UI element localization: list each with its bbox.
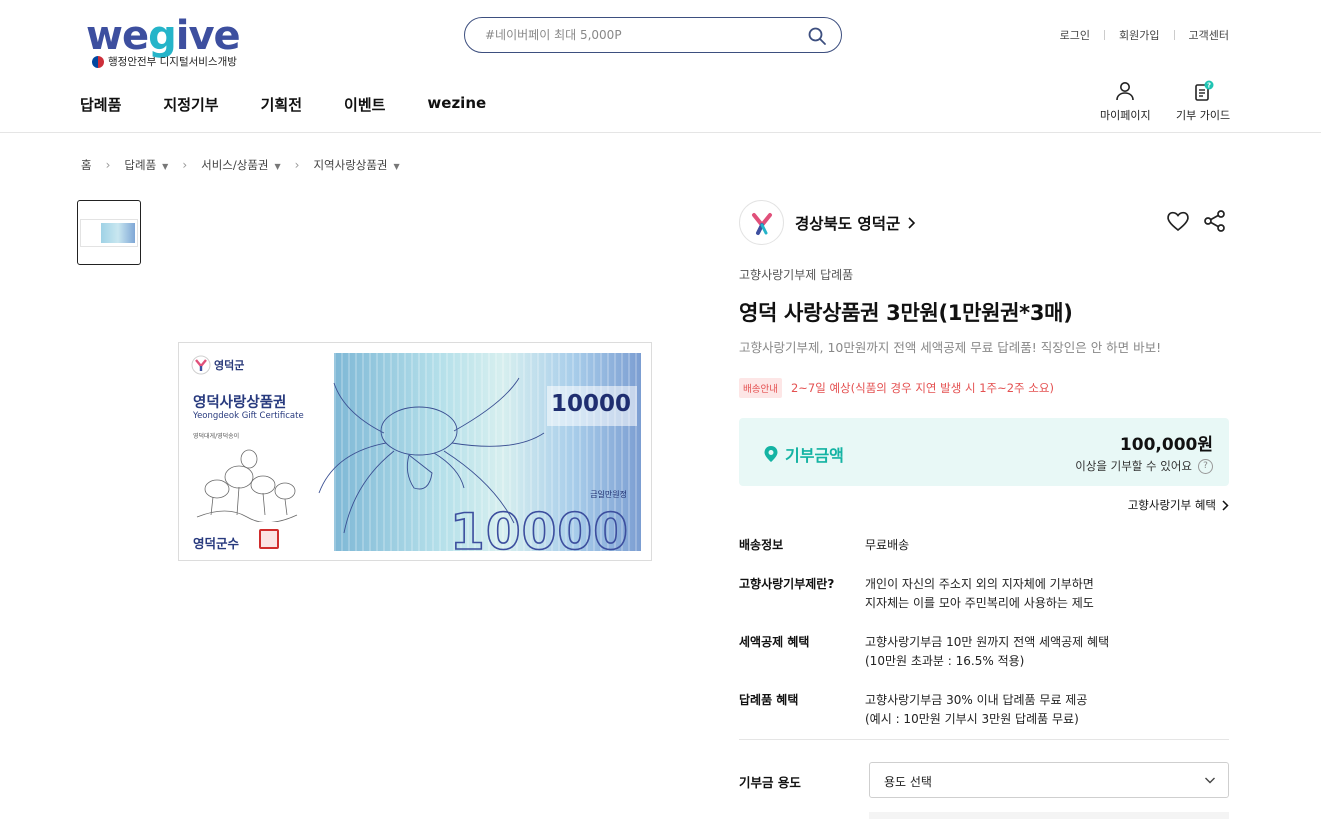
nav-item-designated-donation[interactable]: 지정기부 <box>163 94 218 115</box>
utility-links: 로그인 회원가입 고객센터 <box>1060 27 1229 43</box>
usage-label: 기부금 용도 <box>739 775 801 790</box>
info-row-hometown-donation: 고향사랑기부제란? 개인이 자신의 주소지 외의 지자체에 기부하면 지자체는 이… <box>739 575 1229 613</box>
product-info-list: 배송정보 무료배송 고향사랑기부제란? 개인이 자신의 주소지 외의 지자체에 … <box>739 536 1229 749</box>
yeongdeok-logo-icon <box>191 355 211 375</box>
voucher-subtitle: Yeongdeok Gift Certificate <box>193 411 304 421</box>
caret-down-icon: ▼ <box>162 162 169 171</box>
info-label: 답례품 혜택 <box>739 693 799 707</box>
signup-link[interactable]: 회원가입 <box>1119 27 1159 43</box>
thumbnail-image <box>80 218 138 247</box>
shipping-estimate: 2~7일 예상(식품의 경우 지연 발생 시 1주~2주 소요) <box>790 381 1054 395</box>
donation-label: 기부금액 <box>763 442 844 466</box>
donation-guide-button[interactable]: ? 기부 가이드 <box>1176 80 1230 123</box>
donation-amount: 100,000원 <box>1119 435 1213 455</box>
nav-item-event[interactable]: 이벤트 <box>344 94 385 115</box>
donation-note: 이상을 기부할 수 있어요 ? <box>1075 458 1213 474</box>
share-icon[interactable] <box>1202 208 1228 234</box>
yeongdeok-logo-icon <box>751 212 772 235</box>
nav-item-gifts[interactable]: 답례품 <box>80 94 121 115</box>
shipping-notice: 배송안내 2~7일 예상(식품의 경우 지연 발생 시 1주~2주 소요) <box>739 378 1054 398</box>
search-icon[interactable] <box>807 26 827 46</box>
voucher-amount-large: 10000 <box>449 502 629 561</box>
seller-link[interactable]: 경상북도 영덕군 <box>795 212 916 234</box>
mushroom-illustration <box>196 449 298 522</box>
breadcrumb-service-voucher[interactable]: 서비스/상품권 ▼ <box>201 157 281 173</box>
info-value: 고향사랑기부금 30% 이내 답례품 무료 제공 (예시 : 10만원 기부시 3… <box>865 693 1088 726</box>
info-row-gift-benefit: 답례품 혜택 고향사랑기부금 30% 이내 답례품 무료 제공 (예시 : 10만… <box>739 691 1229 729</box>
usage-selected-value: 용도 선택 <box>884 775 932 789</box>
chevron-right-icon <box>1222 499 1229 511</box>
chevron-right-icon: › <box>294 158 300 172</box>
section-divider <box>739 739 1229 740</box>
login-link[interactable]: 로그인 <box>1060 27 1090 43</box>
breadcrumb-local-voucher[interactable]: 지역사랑상품권 ▼ <box>313 157 399 173</box>
mypage-label: 마이페이지 <box>1100 109 1151 122</box>
seller-avatar[interactable] <box>739 200 784 245</box>
main-nav: 답례품 지정기부 기획전 이벤트 wezine <box>80 94 486 115</box>
voucher-amount-top: 10000 <box>550 391 631 417</box>
header-divider <box>0 132 1321 133</box>
info-row-tax-benefit: 세액공제 혜택 고향사랑기부금 10만 원까지 전액 세액공제 혜택 (10만원 … <box>739 633 1229 671</box>
nav-item-exhibition[interactable]: 기획전 <box>261 94 302 115</box>
customer-center-link[interactable]: 고객센터 <box>1189 27 1229 43</box>
svg-text:?: ? <box>1207 82 1211 90</box>
search-bar[interactable] <box>464 17 842 53</box>
product-title: 영덕 사랑상품권 3만원(1만원권*3매) <box>739 301 1073 325</box>
location-pin-icon <box>764 446 778 462</box>
chevron-right-icon: › <box>182 158 188 172</box>
info-value: 개인이 자신의 주소지 외의 지자체에 기부하면 지자체는 이를 모아 주민복리에… <box>865 577 1094 610</box>
product-category: 고향사랑기부제 답례품 <box>739 268 854 282</box>
voucher-title: 영덕사랑상품권 <box>193 395 287 411</box>
breadcrumb: 홈 › 답례품 ▼ › 서비스/상품권 ▼ › 지역사랑상품권 ▼ <box>81 157 400 173</box>
logo-wordmark: wegive <box>86 13 241 59</box>
info-label: 세액공제 혜택 <box>739 635 810 649</box>
chevron-right-icon <box>908 217 916 229</box>
next-field-preview <box>869 812 1229 819</box>
caret-down-icon: ▼ <box>393 162 400 171</box>
info-row-shipping: 배송정보 무료배송 <box>739 536 1229 555</box>
product-main-image: 영덕군 영덕사랑상품권 Yeongdeok Gift Certificate 영… <box>178 342 652 561</box>
voucher-right-panel: 10000 금일만원정 10000 <box>318 353 641 560</box>
taegeuk-icon <box>92 55 104 68</box>
user-icon <box>1116 82 1135 101</box>
help-icon[interactable]: ? <box>1198 458 1213 474</box>
info-label: 배송정보 <box>739 538 784 552</box>
red-seal-icon <box>259 529 279 549</box>
wegive-logo[interactable]: wegive 행정안전부 디지털서비스개방 <box>84 14 254 70</box>
voucher-small-text: 영덕대게/영덕송이 <box>193 433 240 440</box>
heart-icon[interactable] <box>1165 208 1191 234</box>
logo-subtitle: 행정안전부 디지털서비스개방 <box>92 54 237 69</box>
voucher-brand: 영덕군 <box>191 355 244 375</box>
nav-item-wezine[interactable]: wezine <box>427 94 486 115</box>
chevron-right-icon: › <box>105 158 111 172</box>
caret-down-icon: ▼ <box>274 162 281 171</box>
breadcrumb-home[interactable]: 홈 <box>81 157 92 173</box>
info-label: 고향사랑기부제란? <box>739 577 835 591</box>
shipping-badge: 배송안내 <box>739 378 782 398</box>
search-input[interactable] <box>485 26 785 44</box>
divider <box>1173 30 1175 40</box>
mypage-button[interactable]: 마이페이지 <box>1100 80 1151 123</box>
voucher-left-panel: 영덕군 영덕사랑상품권 Yeongdeok Gift Certificate 영… <box>179 343 334 560</box>
breadcrumb-gifts[interactable]: 답례품 ▼ <box>124 157 168 173</box>
chevron-down-icon <box>1205 777 1215 784</box>
info-value: 고향사랑기부금 10만 원까지 전액 세액공제 혜택 (10만원 초과분 : 16… <box>865 635 1110 668</box>
voucher-signature: 영덕군수 <box>193 536 240 551</box>
product-description: 고향사랑기부제, 10만원까지 전액 세액공제 무료 답례품! 직장인은 안 하… <box>739 340 1162 355</box>
info-value: 무료배송 <box>865 538 910 552</box>
divider <box>1104 30 1106 40</box>
usage-select[interactable]: 용도 선택 <box>869 762 1229 798</box>
voucher-amount-label: 금일만원정 <box>590 490 627 499</box>
product-thumbnail[interactable] <box>77 200 141 265</box>
donation-benefit-link[interactable]: 고향사랑기부 혜택 <box>1128 497 1229 513</box>
donation-amount-box: 기부금액 100,000원 이상을 기부할 수 있어요 ? <box>739 418 1229 486</box>
guide-label: 기부 가이드 <box>1176 109 1231 122</box>
guide-book-icon: ? <box>1195 80 1214 101</box>
